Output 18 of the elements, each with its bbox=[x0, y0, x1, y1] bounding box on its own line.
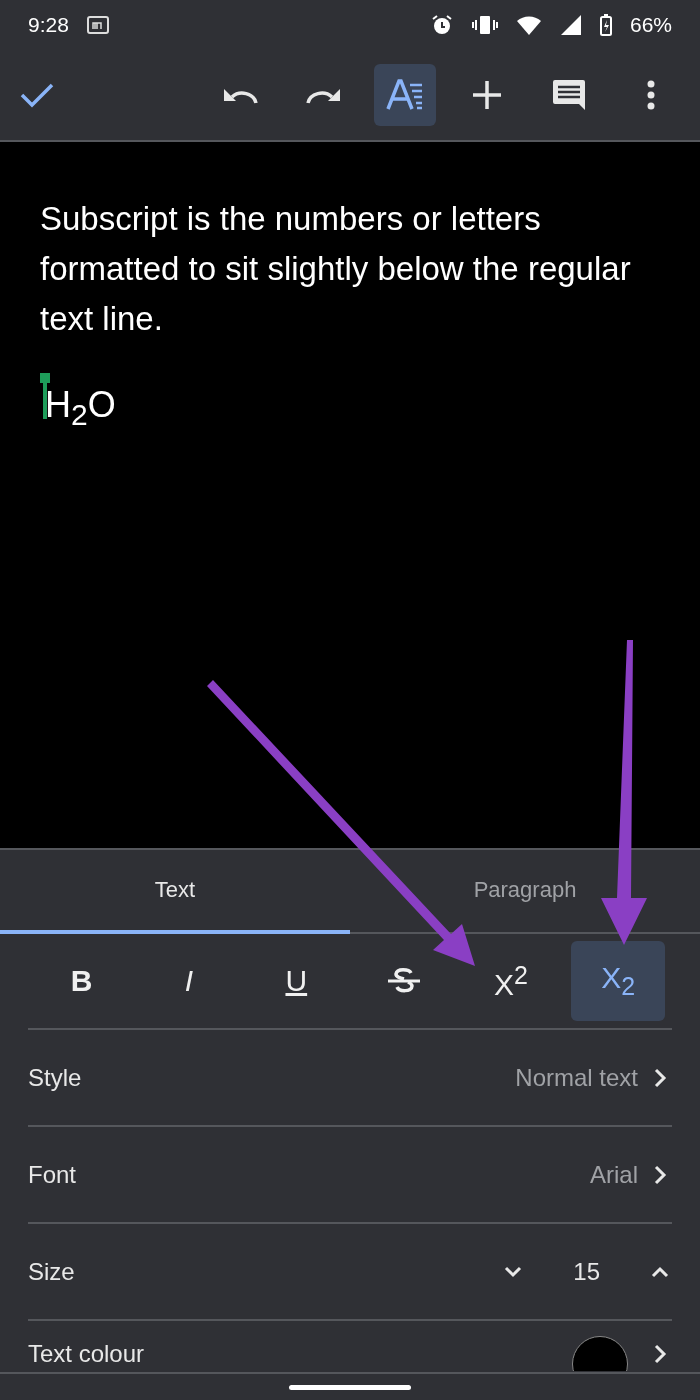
setting-label: Text colour bbox=[28, 1340, 146, 1368]
formula-text: H$_{2}$O bbox=[45, 384, 116, 433]
battery-percentage: 66% bbox=[629, 13, 672, 37]
superscript-button[interactable]: X$^{2}$ bbox=[463, 941, 558, 1021]
setting-label: Font bbox=[28, 1160, 78, 1189]
bold-button[interactable]: B bbox=[34, 941, 129, 1021]
setting-value[interactable]: Arial bbox=[590, 1160, 638, 1189]
document-paragraph: Subscript is the numbers or letters formatted to sit slightly below the regular text line. bbox=[40, 199, 632, 339]
status-time: 9:28 bbox=[28, 13, 69, 37]
setting-value[interactable]: Normal text bbox=[515, 1063, 638, 1092]
format-tab[interactable]: Paragraph bbox=[350, 850, 700, 934]
setting-label: Size bbox=[28, 1257, 76, 1286]
setting-value: 15 bbox=[573, 1257, 600, 1286]
setting-label: Style bbox=[28, 1063, 83, 1092]
italic-button[interactable]: I bbox=[142, 941, 236, 1021]
underline-button[interactable]: U bbox=[249, 941, 344, 1021]
subscript-button[interactable]: X$_{2}$ bbox=[571, 941, 666, 1021]
format-tab[interactable]: Text bbox=[0, 850, 350, 934]
